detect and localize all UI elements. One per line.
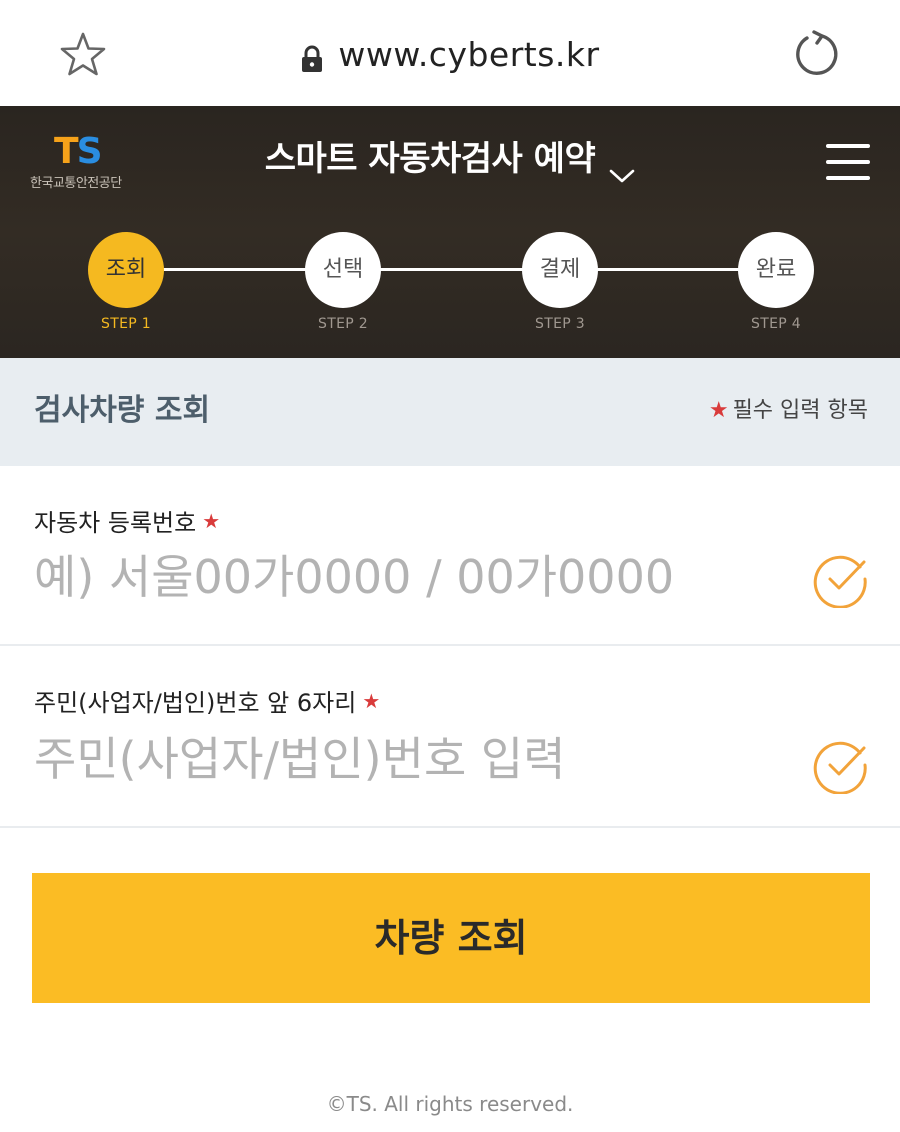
required-legend: ★ 필수 입력 항목 [709,396,868,426]
stepper-connector [126,268,776,271]
step-number: STEP 4 [751,316,801,332]
required-legend-text: 필수 입력 항목 [732,398,868,423]
browser-address-bar: www.cyberts.kr [0,0,900,106]
step-4: 완료 STEP 4 [721,232,831,332]
id-number-field: 주민(사업자/법인)번호 앞 6자리 ★ [0,648,900,828]
section-header: 검사차량 조회 ★ 필수 입력 항목 [0,358,900,466]
step-number: STEP 2 [318,316,368,332]
chevron-down-icon [609,150,635,182]
required-star-icon: ★ [362,689,381,713]
plate-number-label: 자동차 등록번호 ★ [34,509,221,537]
app-header: TS 한국교통안전공단 스마트 자동차검사 예약 조회 STEP 1 선택 ST… [0,106,900,358]
lock-icon [300,38,324,72]
url-field[interactable]: www.cyberts.kr [0,30,900,80]
id-number-label: 주민(사업자/법인)번호 앞 6자리 ★ [34,689,381,717]
section-title: 검사차량 조회 [34,393,211,428]
step-1: 조회 STEP 1 [71,232,181,332]
vehicle-lookup-button[interactable]: 차량 조회 [32,873,870,1003]
plate-number-field: 자동차 등록번호 ★ [0,466,900,646]
check-circle-icon [812,550,870,609]
page-title-dropdown[interactable]: 스마트 자동차검사 예약 [265,136,635,182]
id-number-input[interactable] [34,726,794,792]
progress-stepper: 조회 STEP 1 선택 STEP 2 결제 STEP 3 완료 STEP 4 [0,232,900,342]
hamburger-menu-icon[interactable] [826,144,870,180]
required-star-icon: ★ [202,509,221,533]
step-circle: 결제 [522,232,598,308]
check-circle-icon [812,736,870,795]
url-text: www.cyberts.kr [338,35,600,74]
step-2: 선택 STEP 2 [288,232,398,332]
footer-copyright: ©TS. All rights reserved. [326,1092,574,1116]
reload-icon[interactable] [790,28,844,82]
step-circle: 완료 [738,232,814,308]
step-3: 결제 STEP 3 [505,232,615,332]
step-number: STEP 1 [101,316,151,332]
step-circle: 선택 [305,232,381,308]
plate-number-input[interactable] [34,544,794,610]
step-circle: 조회 [88,232,164,308]
required-star-icon: ★ [708,398,729,423]
page-title: 스마트 자동차검사 예약 [264,139,596,179]
step-number: STEP 3 [535,316,585,332]
